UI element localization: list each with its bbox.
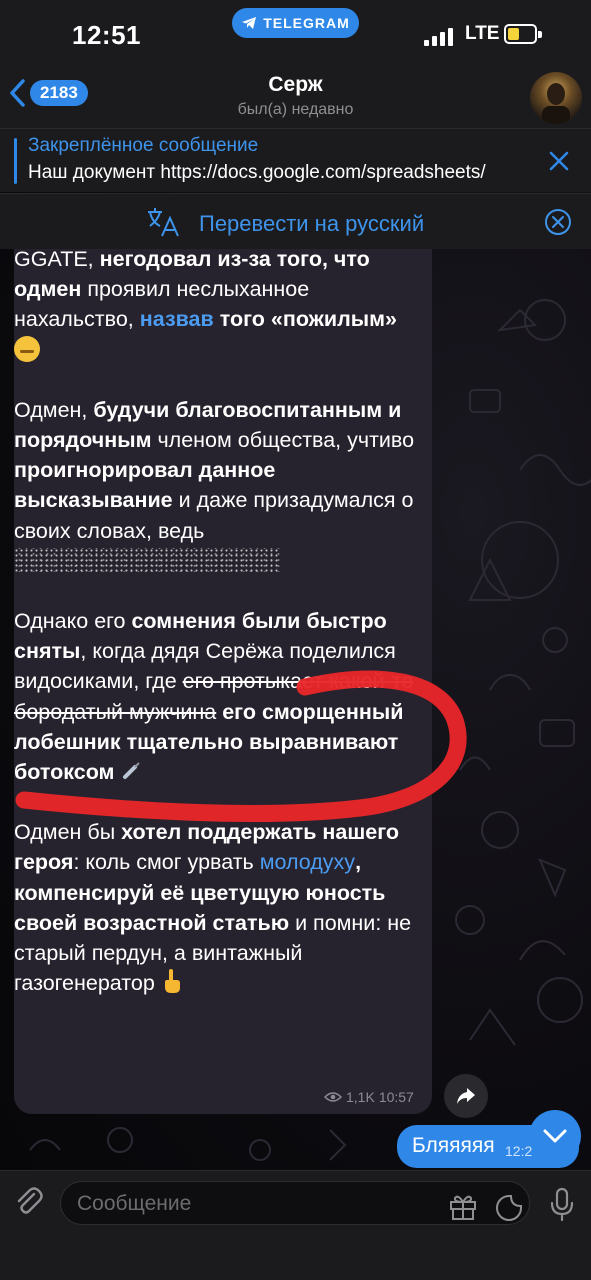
status-bar: 12:51 TELEGRAM LTE [0,0,591,70]
battery-icon [504,24,537,44]
signal-icon [424,26,453,46]
composer-bar [0,1170,591,1280]
pinned-indicator [14,138,17,184]
message-paragraph: Одмен бы хотел поддержать нашего героя: … [14,820,412,996]
telegram-pill[interactable]: TELEGRAM [232,8,359,38]
translate-label: Перевести на русский [199,211,425,236]
message-meta: 1,1K 10:57 [324,1089,414,1105]
message-paragraph: GGATE, негодовал из-за того, что одмен п… [14,244,424,365]
message-paragraph: Одмен, будучи благовоспитанным и порядоч… [14,395,424,576]
chat-header: 2183 Серж был(а) недавно [0,70,591,128]
views-count: 1,1K [346,1089,375,1105]
chevron-down-icon [543,1129,567,1143]
pinned-message-bar[interactable]: Закреплённое сообщение Наш документ http… [0,128,591,192]
close-circle-icon[interactable] [544,208,572,236]
message-time: 10:57 [378,1089,414,1105]
scroll-down-button[interactable] [529,1110,581,1162]
telegram-icon [242,17,257,29]
pinned-text: Наш документ https://docs.google.com/spr… [28,162,486,183]
avatar[interactable] [530,72,582,124]
syringe-icon [123,762,141,780]
sticker-icon[interactable] [494,1193,524,1223]
pointing-up-hand-icon [164,969,180,994]
telegram-pill-label: TELEGRAM [263,15,350,31]
clock: 12:51 [72,20,141,50]
last-seen-status: был(а) недавно [237,101,354,118]
outgoing-message-text: Бляяяяя [412,1134,495,1157]
close-icon[interactable] [546,148,572,174]
translate-icon [148,208,179,237]
chat-title[interactable]: Серж [0,73,591,97]
paperclip-icon[interactable] [12,1185,46,1219]
pinned-title: Закреплённое сообщение [28,135,259,156]
spoiler-text[interactable] [14,547,280,572]
share-arrow-icon [457,1088,475,1104]
microphone-icon[interactable] [549,1187,575,1223]
eye-icon [324,1092,342,1102]
message-paragraph: Однако его сомнения были быстро сняты, к… [14,609,414,785]
outgoing-message-time: 12:2 [505,1143,533,1159]
mention-link[interactable]: назвав [140,307,214,331]
inline-link[interactable]: молодуху [260,850,355,874]
message-input[interactable] [77,1190,437,1218]
gift-icon[interactable] [448,1193,478,1221]
message-text: GGATE, негодовал из-за того, что одмен п… [14,244,424,1028]
translate-bar[interactable]: Перевести на русский [0,193,591,249]
forward-button[interactable] [444,1074,488,1118]
network-label: LTE [465,23,500,44]
battery-tip [538,31,542,38]
pensive-face-icon [14,335,40,362]
